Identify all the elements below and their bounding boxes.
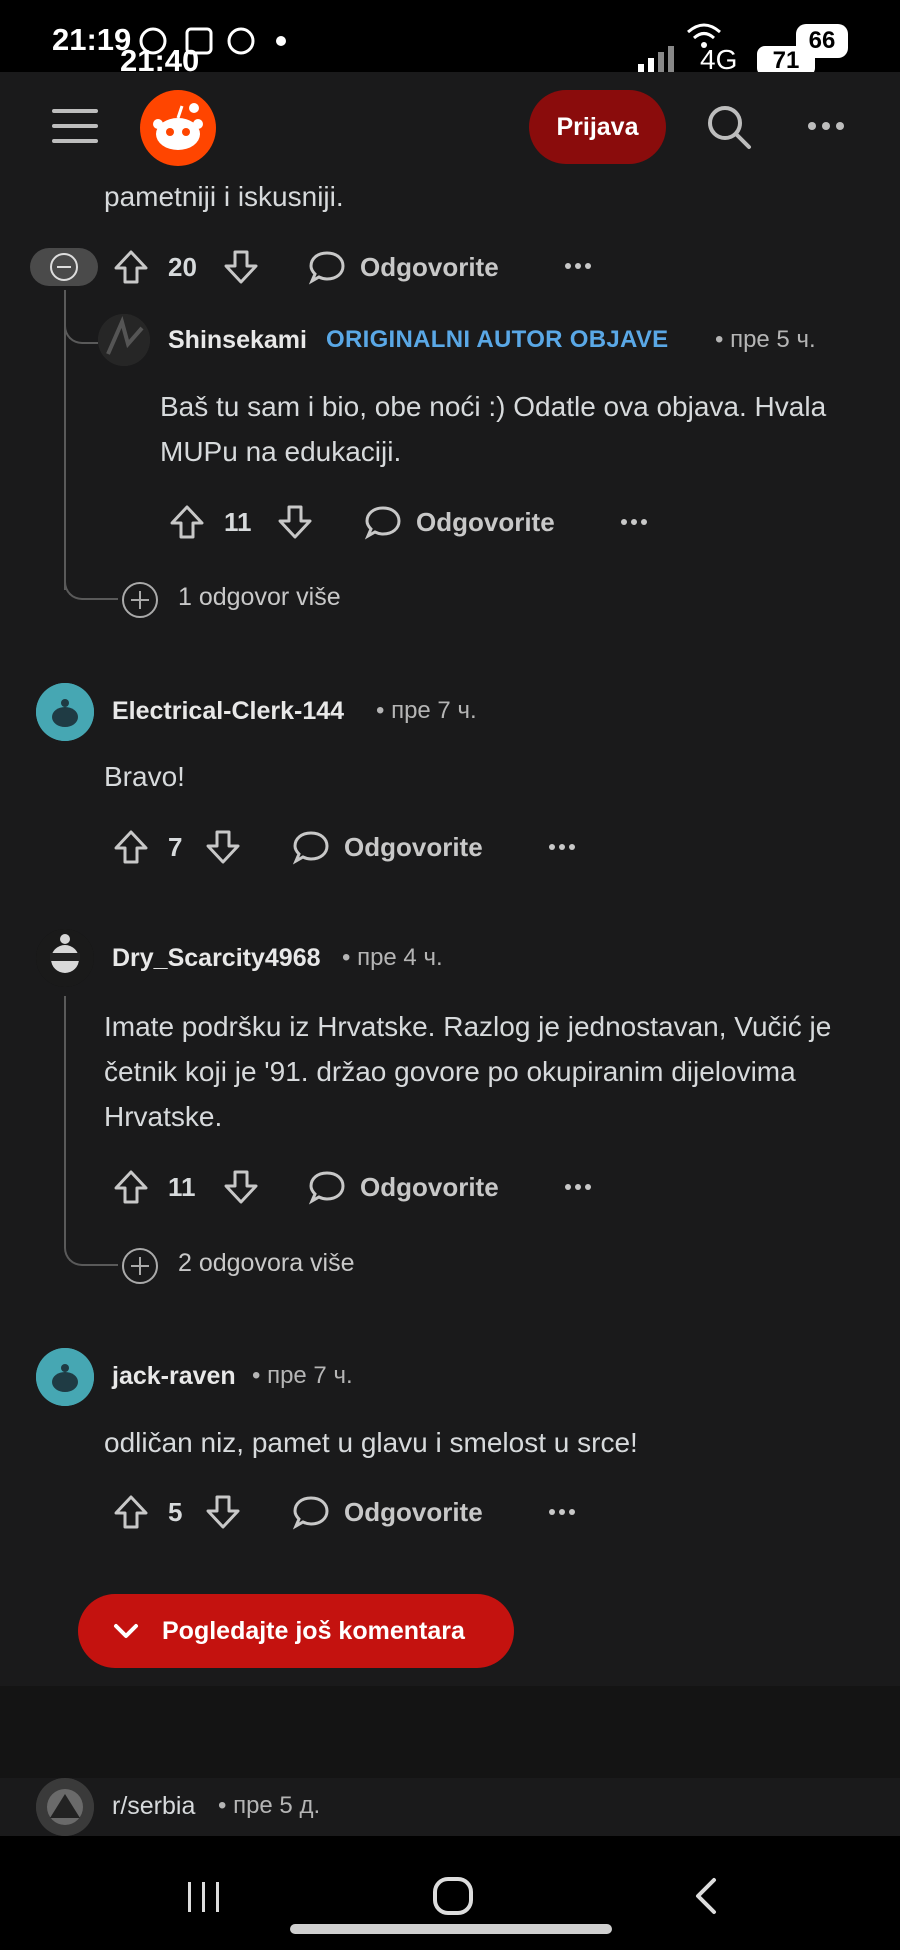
view-more-comments-label: Pogledajte još komentara bbox=[162, 1616, 465, 1645]
upvote-icon[interactable] bbox=[168, 503, 206, 541]
reply-button[interactable]: Odgovorite bbox=[344, 1497, 483, 1528]
reply-button[interactable]: Odgovorite bbox=[344, 832, 483, 863]
comment-more-icon[interactable] bbox=[564, 262, 592, 270]
reddit-logo-icon[interactable] bbox=[138, 88, 218, 168]
post-timestamp: • пре 5 д. bbox=[218, 1792, 321, 1819]
reply-icon[interactable] bbox=[308, 248, 346, 286]
reply-icon[interactable] bbox=[292, 1493, 330, 1531]
comment-text: Bravo! bbox=[104, 761, 185, 792]
comment-username[interactable]: Dry_Scarcity4968 bbox=[112, 944, 321, 973]
more-replies-link[interactable]: 2 odgovora više bbox=[178, 1249, 355, 1278]
downvote-icon[interactable] bbox=[276, 503, 314, 541]
subreddit-name[interactable]: r/serbia bbox=[112, 1792, 195, 1821]
gesture-handle[interactable] bbox=[290, 1924, 612, 1934]
upvote-icon[interactable] bbox=[112, 828, 150, 866]
reply-icon[interactable] bbox=[308, 1168, 346, 1206]
photo-icon bbox=[184, 26, 214, 56]
reply-button[interactable]: Odgovorite bbox=[360, 252, 499, 283]
avatar[interactable] bbox=[36, 1348, 94, 1406]
downvote-icon[interactable] bbox=[204, 1493, 242, 1531]
expand-replies-icon[interactable] bbox=[120, 580, 160, 620]
viber-icon bbox=[226, 26, 256, 56]
comment-username[interactable]: Electrical-Clerk-144 bbox=[112, 697, 344, 726]
view-more-comments-button[interactable]: Pogledajte još komentara bbox=[78, 1594, 514, 1668]
app-header bbox=[0, 72, 900, 182]
downvote-icon[interactable] bbox=[204, 828, 242, 866]
login-button[interactable]: Prijava bbox=[529, 90, 666, 164]
thread-connector bbox=[64, 570, 118, 600]
comment-more-icon[interactable] bbox=[564, 1183, 592, 1191]
reply-button[interactable]: Odgovorite bbox=[360, 1172, 499, 1203]
recent-apps-icon[interactable] bbox=[184, 1880, 224, 1914]
reply-icon[interactable] bbox=[292, 828, 330, 866]
downvote-icon[interactable] bbox=[222, 1168, 260, 1206]
chevron-down-icon bbox=[112, 1622, 146, 1640]
thread-line[interactable] bbox=[64, 996, 66, 1246]
thread-connector bbox=[64, 1236, 118, 1266]
avatar[interactable] bbox=[36, 929, 94, 987]
battery-indicator-overlay: 66 bbox=[796, 24, 848, 58]
vote-count: 11 bbox=[168, 1172, 196, 1202]
comment-timestamp: • пре 7 ч. bbox=[376, 697, 477, 724]
vote-count: 11 bbox=[224, 507, 252, 537]
comment-text: Baš tu sam i bio, obe noći :) Odatle ova… bbox=[160, 391, 827, 467]
vote-count: 5 bbox=[168, 1497, 183, 1527]
comment-timestamp: • пре 7 ч. bbox=[252, 1362, 353, 1389]
comment-username[interactable]: jack-raven bbox=[112, 1362, 236, 1391]
comment-text: pametniji i iskusniji. bbox=[104, 181, 344, 212]
back-icon[interactable] bbox=[690, 1876, 720, 1916]
notification-dot-icon bbox=[276, 36, 286, 46]
avatar[interactable] bbox=[36, 683, 94, 741]
comment-more-icon[interactable] bbox=[548, 843, 576, 851]
downvote-icon[interactable] bbox=[222, 248, 260, 286]
avatar[interactable] bbox=[98, 314, 150, 366]
more-options-icon[interactable] bbox=[806, 120, 846, 132]
collapse-thread-button[interactable] bbox=[30, 248, 98, 286]
comment-username[interactable]: Shinsekami bbox=[168, 326, 307, 355]
comment-text: odličan niz, pamet u glavu i smelost u s… bbox=[104, 1427, 638, 1458]
upvote-icon[interactable] bbox=[112, 1493, 150, 1531]
reply-icon[interactable] bbox=[364, 503, 402, 541]
comment-text: Imate podršku iz Hrvatske. Razlog je jed… bbox=[104, 1011, 832, 1132]
vote-count: 20 bbox=[168, 252, 197, 282]
upvote-icon[interactable] bbox=[112, 1168, 150, 1206]
comment-timestamp: • пре 4 ч. bbox=[342, 944, 443, 971]
more-replies-link[interactable]: 1 odgovor više bbox=[178, 583, 341, 612]
signal-icon bbox=[636, 42, 686, 72]
comment-timestamp: • пре 5 ч. bbox=[715, 326, 816, 353]
subreddit-avatar[interactable] bbox=[36, 1778, 94, 1836]
whatsapp-icon bbox=[138, 26, 168, 56]
comment-more-icon[interactable] bbox=[548, 1508, 576, 1516]
home-icon[interactable] bbox=[432, 1876, 474, 1916]
reply-button[interactable]: Odgovorite bbox=[416, 507, 555, 538]
upvote-icon[interactable] bbox=[112, 248, 150, 286]
vote-count: 7 bbox=[168, 832, 183, 862]
comment-more-icon[interactable] bbox=[620, 518, 648, 526]
op-badge: ORIGINALNI AUTOR OBJAVE bbox=[326, 326, 669, 353]
menu-icon[interactable] bbox=[52, 107, 98, 145]
section-divider bbox=[0, 1686, 900, 1778]
expand-replies-icon[interactable] bbox=[120, 1246, 160, 1286]
search-icon[interactable] bbox=[706, 104, 752, 150]
thread-connector bbox=[64, 318, 98, 344]
